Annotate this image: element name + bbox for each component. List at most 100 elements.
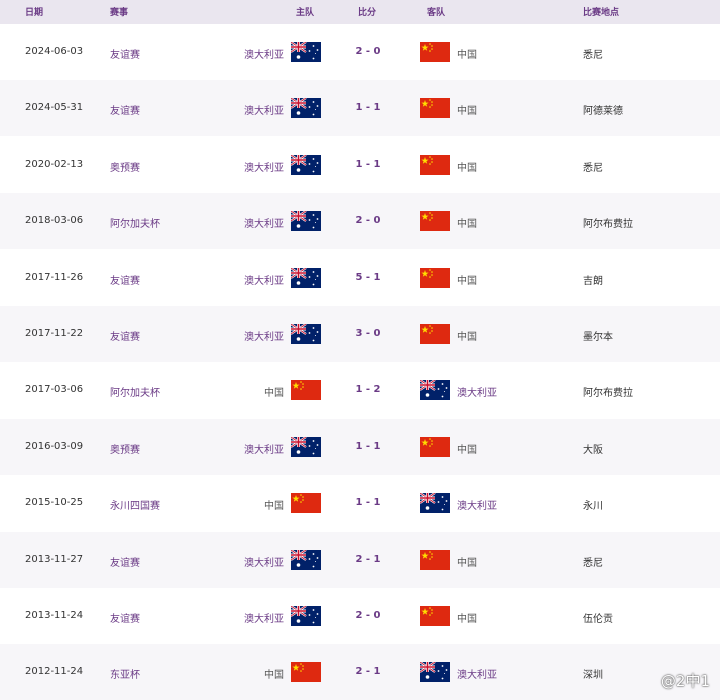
match-competition-link[interactable]: 友谊赛 [110, 554, 140, 569]
match-score[interactable]: 2 - 0 [348, 215, 388, 226]
match-competition-link[interactable]: 东亚杯 [110, 666, 140, 681]
match-competition-link[interactable]: 阿尔加夫杯 [110, 384, 160, 399]
match-venue: 伍伦贡 [583, 614, 613, 625]
match-venue: 阿尔布费拉 [583, 388, 633, 400]
header-away: 客队 [427, 8, 446, 18]
match-venue: 阿德莱德 [583, 106, 623, 118]
away-team-name[interactable]: 中国 [457, 328, 477, 343]
match-date: 2020-02-13 [25, 158, 84, 170]
match-score[interactable]: 5 - 1 [348, 272, 388, 283]
table-row: 2017-11-22 友谊赛 澳大利亚 3 - 0 中国 墨尔本 [0, 306, 720, 362]
china-flag-icon [420, 606, 450, 626]
away-team-name[interactable]: 中国 [457, 102, 477, 117]
table-row: 2013-11-24 友谊赛 澳大利亚 2 - 0 中国 伍伦贡 [0, 588, 720, 644]
header-date: 日期 [25, 8, 44, 18]
home-team-name[interactable]: 澳大利亚 [244, 215, 284, 230]
header-home: 主队 [296, 8, 315, 18]
match-competition-link[interactable]: 奥预赛 [110, 441, 140, 456]
match-competition-link[interactable]: 永川四国赛 [110, 497, 160, 512]
away-team-name[interactable]: 澳大利亚 [457, 384, 497, 399]
australia-flag-icon [291, 436, 321, 457]
header-score: 比分 [358, 8, 377, 18]
china-flag-icon [420, 211, 450, 232]
home-team-name[interactable]: 中国 [264, 384, 284, 399]
home-team-name[interactable]: 澳大利亚 [244, 46, 284, 61]
match-competition-link[interactable]: 友谊赛 [110, 610, 140, 625]
match-venue: 悉尼 [583, 50, 603, 61]
home-team-name[interactable]: 澳大利亚 [244, 441, 284, 456]
match-competition-link[interactable]: 奥预赛 [110, 159, 140, 174]
australia-flag-icon [291, 324, 321, 344]
australia-flag-icon [291, 267, 321, 288]
australia-flag-icon [420, 493, 450, 514]
match-competition-link[interactable]: 友谊赛 [110, 102, 140, 117]
match-score[interactable]: 2 - 1 [348, 554, 388, 565]
away-team-name[interactable]: 中国 [457, 215, 477, 230]
match-score[interactable]: 1 - 1 [348, 441, 388, 452]
match-score[interactable]: 1 - 1 [348, 159, 388, 170]
australia-flag-icon [420, 662, 450, 683]
match-venue: 悉尼 [583, 162, 603, 174]
match-competition-link[interactable]: 阿尔加夫杯 [110, 215, 160, 230]
table-row: 2012-11-24 东亚杯 中国 2 - 1 澳大利亚 深圳 [0, 644, 720, 700]
home-team-name[interactable]: 中国 [264, 666, 284, 681]
match-venue: 墨尔本 [583, 332, 613, 343]
table-row: 2016-03-09 奥预赛 澳大利亚 1 - 1 中国 大阪 [0, 418, 720, 475]
away-team-name[interactable]: 澳大利亚 [457, 497, 497, 512]
match-score[interactable]: 1 - 1 [348, 102, 388, 113]
china-flag-icon [420, 98, 450, 119]
home-team-name[interactable]: 澳大利亚 [244, 159, 284, 174]
match-competition-link[interactable]: 友谊赛 [110, 46, 140, 61]
china-flag-icon [291, 662, 321, 683]
away-team-name[interactable]: 澳大利亚 [457, 666, 497, 681]
table-row: 2020-02-13 奥预赛 澳大利亚 1 - 1 中国 悉尼 [0, 136, 720, 193]
match-venue: 吉朗 [583, 275, 603, 287]
china-flag-icon [420, 42, 450, 62]
table-row: 2013-11-27 友谊赛 澳大利亚 2 - 1 中国 悉尼 [0, 531, 720, 588]
match-venue: 悉尼 [583, 557, 603, 569]
home-team-name[interactable]: 澳大利亚 [244, 328, 284, 343]
match-venue: 大阪 [583, 444, 603, 456]
china-flag-icon [291, 380, 321, 401]
watermark: @2中1 [660, 672, 710, 690]
match-date: 2015-10-25 [25, 497, 84, 509]
away-team-name[interactable]: 中国 [457, 159, 477, 174]
home-team-name[interactable]: 澳大利亚 [244, 102, 284, 117]
header-competition: 赛事 [110, 8, 129, 18]
home-team-name[interactable]: 澳大利亚 [244, 610, 284, 625]
table-row: 2017-03-06 阿尔加夫杯 中国 1 - 2 澳大利亚 阿尔布费拉 [0, 362, 720, 419]
away-team-name[interactable]: 中国 [457, 272, 477, 287]
china-flag-icon [420, 549, 450, 570]
table-row: 2024-06-03 友谊赛 澳大利亚 2 - 0 中国 悉尼 [0, 24, 720, 80]
away-team-name[interactable]: 中国 [457, 46, 477, 61]
china-flag-icon [420, 436, 450, 457]
match-score[interactable]: 3 - 0 [348, 328, 388, 339]
match-venue: 深圳 [583, 670, 603, 682]
match-venue: 永川 [583, 501, 603, 513]
match-date: 2012-11-24 [25, 666, 84, 678]
away-team-name[interactable]: 中国 [457, 441, 477, 456]
match-date: 2017-11-22 [25, 328, 84, 339]
match-competition-link[interactable]: 友谊赛 [110, 272, 140, 287]
home-team-name[interactable]: 中国 [264, 497, 284, 512]
match-competition-link[interactable]: 友谊赛 [110, 328, 140, 343]
table-row: 2017-11-26 友谊赛 澳大利亚 5 - 1 中国 吉朗 [0, 249, 720, 306]
home-team-name[interactable]: 澳大利亚 [244, 272, 284, 287]
match-score[interactable]: 1 - 2 [348, 384, 388, 395]
match-date: 2024-06-03 [25, 46, 84, 57]
china-flag-icon [291, 493, 321, 514]
match-date: 2017-03-06 [25, 384, 84, 396]
match-score[interactable]: 2 - 1 [348, 666, 388, 677]
match-score[interactable]: 2 - 0 [348, 46, 388, 57]
home-team-name[interactable]: 澳大利亚 [244, 554, 284, 569]
away-team-name[interactable]: 中国 [457, 554, 477, 569]
match-score[interactable]: 2 - 0 [348, 610, 388, 621]
match-score[interactable]: 1 - 1 [348, 497, 388, 508]
china-flag-icon [420, 324, 450, 344]
away-team-name[interactable]: 中国 [457, 610, 477, 625]
table-header: 日期 赛事 主队 比分 客队 比赛地点 [0, 0, 720, 24]
australia-flag-icon [291, 211, 321, 232]
match-date: 2017-11-26 [25, 271, 84, 283]
match-date: 2024-05-31 [25, 102, 84, 114]
table-row: 2024-05-31 友谊赛 澳大利亚 1 - 1 中国 阿德莱德 [0, 80, 720, 137]
